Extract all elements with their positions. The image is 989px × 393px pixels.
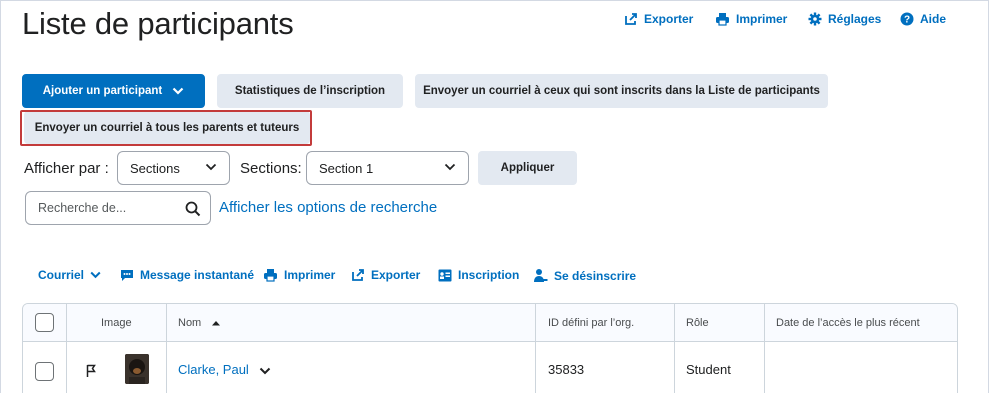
enrollment-stats-button[interactable]: Statistiques de l’inscription	[217, 74, 403, 108]
help-label: Aide	[920, 12, 947, 26]
avatar-image	[125, 354, 149, 384]
apply-button[interactable]: Appliquer	[478, 151, 577, 185]
participants-table: Image Nom ID défini par l’org. Rôle Date…	[22, 303, 958, 393]
unenroll-action[interactable]: Se désinscrire	[534, 268, 636, 283]
instant-message-action[interactable]: Message instantané	[120, 268, 254, 282]
chevron-down-icon	[205, 163, 217, 171]
chevron-down-icon	[172, 87, 184, 95]
help-icon: ?	[900, 12, 914, 26]
header-image: Image	[101, 317, 132, 329]
instant-message-label: Message instantané	[140, 268, 255, 282]
export-icon	[352, 269, 364, 281]
enrollment-icon	[438, 269, 452, 281]
toolbar-export-action[interactable]: Exporter	[351, 268, 420, 282]
gear-icon	[808, 12, 822, 26]
column-divider	[66, 304, 67, 393]
page-title: Liste de participants	[22, 6, 294, 41]
search-icon[interactable]	[185, 201, 201, 217]
printer-icon	[264, 269, 277, 282]
column-divider	[166, 304, 167, 393]
highlight-annotation	[20, 110, 312, 146]
chevron-down-icon	[90, 271, 101, 279]
column-divider	[674, 304, 675, 393]
search-box	[25, 191, 211, 225]
add-participant-button[interactable]: Ajouter un participant	[22, 74, 205, 108]
sort-ascending-icon	[212, 321, 221, 326]
sections-value: Section 1	[319, 160, 374, 176]
sections-label: Sections:	[240, 160, 302, 177]
column-divider	[535, 304, 536, 393]
unenroll-label: Se désinscrire	[554, 268, 637, 283]
flag-icon[interactable]	[86, 364, 98, 378]
enrollment-action[interactable]: Inscription	[438, 268, 519, 282]
header-org-id: ID défini par l’org.	[548, 317, 635, 329]
chat-icon	[121, 269, 133, 281]
toolbar-print-action[interactable]: Imprimer	[263, 268, 335, 282]
printer-icon	[716, 13, 729, 26]
toolbar-export-label: Exporter	[371, 268, 421, 282]
chevron-down-icon	[444, 163, 456, 171]
participant-name-link[interactable]: Clarke, Paul	[178, 362, 249, 377]
svg-text:?: ?	[904, 15, 910, 26]
view-by-label: Afficher par :	[24, 160, 109, 177]
email-enrolled-button[interactable]: Envoyer un courriel à ceux qui sont insc…	[415, 74, 828, 108]
email-menu[interactable]: Courriel	[38, 268, 101, 282]
view-by-value: Sections	[130, 160, 180, 176]
add-participant-label: Ajouter un participant	[42, 85, 163, 97]
print-action[interactable]: Imprimer	[715, 12, 787, 26]
export-icon	[625, 13, 637, 25]
export-action[interactable]: Exporter	[624, 12, 693, 26]
header-last-access: Date de l’accès le plus récent	[776, 317, 920, 329]
toolbar-print-label: Imprimer	[284, 268, 336, 282]
settings-label: Réglages	[828, 12, 882, 26]
participant-role: Student	[686, 362, 731, 377]
header-name-label: Nom	[178, 317, 202, 329]
user-remove-icon	[534, 269, 548, 282]
select-all-checkbox[interactable]	[35, 313, 54, 332]
view-by-select[interactable]: Sections	[117, 151, 230, 185]
participant-org-id: 35833	[548, 362, 585, 377]
export-label: Exporter	[644, 12, 694, 26]
search-options-link[interactable]: Afficher les options de recherche	[219, 199, 437, 216]
search-input[interactable]	[38, 201, 178, 215]
avatar	[125, 354, 149, 384]
settings-action[interactable]: Réglages	[808, 12, 881, 26]
row-checkbox[interactable]	[35, 362, 54, 381]
enrollment-label: Inscription	[458, 268, 520, 282]
column-divider	[764, 304, 765, 393]
help-action[interactable]: ? Aide	[900, 12, 946, 26]
print-label: Imprimer	[736, 12, 788, 26]
header-role: Rôle	[686, 317, 709, 329]
chevron-down-icon[interactable]	[259, 367, 271, 375]
header-name[interactable]: Nom	[178, 304, 221, 342]
sections-select[interactable]: Section 1	[306, 151, 469, 185]
email-label: Courriel	[38, 268, 85, 282]
